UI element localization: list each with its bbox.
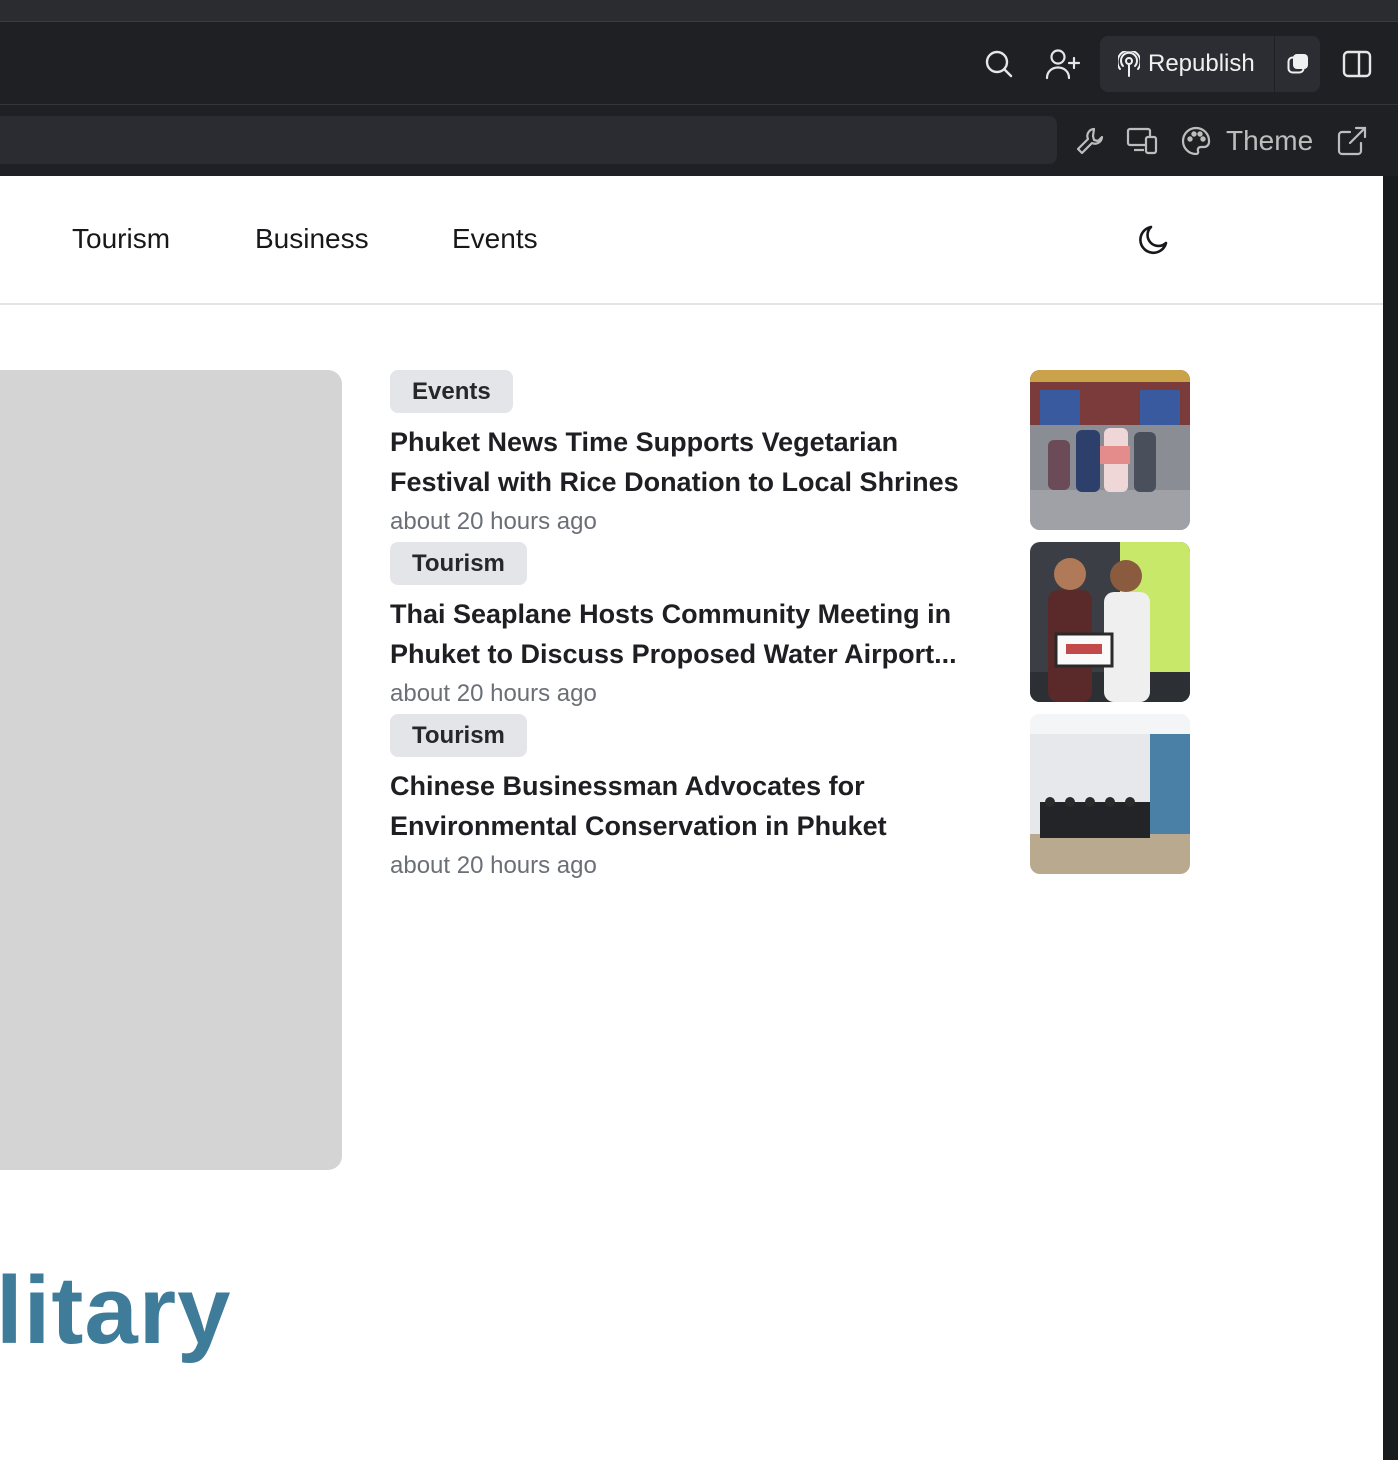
article-card[interactable]: Tourism Thai Seaplane Hosts Community Me… [390,542,1190,707]
article-headline[interactable]: Thai Seaplane Hosts Community Meeting in… [390,594,990,674]
nav-link-events[interactable]: Events [452,223,538,255]
url-field[interactable] [0,116,1057,164]
category-tag[interactable]: Tourism [390,542,527,585]
category-tag[interactable]: Tourism [390,714,527,757]
preview-url-bar: Theme [0,105,1398,176]
window-edge [1383,176,1398,1460]
article-headline[interactable]: Phuket News Time Supports Vegetarian Fes… [390,422,990,502]
add-user-icon[interactable] [1042,23,1084,105]
preview-toggle-icon[interactable] [1275,36,1320,92]
moon-icon[interactable] [1136,222,1172,258]
external-link-icon[interactable] [1334,105,1370,176]
site-preview: Tourism Business Events Events Phuket Ne… [0,176,1383,1460]
nav-link-tourism[interactable]: Tourism [72,223,170,255]
article-timestamp: about 20 hours ago [390,852,597,879]
palette-icon[interactable] [1176,105,1216,176]
article-headline[interactable]: Chinese Businessman Advocates for Enviro… [390,766,990,846]
republish-label: Republish [1148,50,1255,77]
article-thumbnail[interactable] [1030,714,1190,874]
sidebar-toggle-icon[interactable] [1336,23,1378,105]
article-card[interactable]: Tourism Chinese Businessman Advocates fo… [390,714,1190,879]
republish-button[interactable]: Republish [1100,36,1275,92]
article-thumbnail[interactable] [1030,370,1190,530]
theme-button[interactable]: Theme [1226,105,1313,176]
article-card[interactable]: Events Phuket News Time Supports Vegetar… [390,370,1190,535]
featured-headline-fragment[interactable]: litary [0,1256,231,1366]
publish-icon [1118,51,1140,77]
article-timestamp: about 20 hours ago [390,508,597,535]
editor-toolbar: Republish [0,23,1398,105]
article-thumbnail[interactable] [1030,542,1190,702]
devices-icon[interactable] [1122,105,1162,176]
nav-link-business[interactable]: Business [255,223,369,255]
republish-group: Republish [1100,36,1320,92]
search-icon[interactable] [978,23,1020,105]
featured-image[interactable] [0,370,342,1170]
category-tag[interactable]: Events [390,370,513,413]
wrench-icon[interactable] [1070,105,1110,176]
window-top-strip [0,0,1398,22]
article-timestamp: about 20 hours ago [390,680,597,707]
site-nav: Tourism Business Events [0,176,1383,305]
